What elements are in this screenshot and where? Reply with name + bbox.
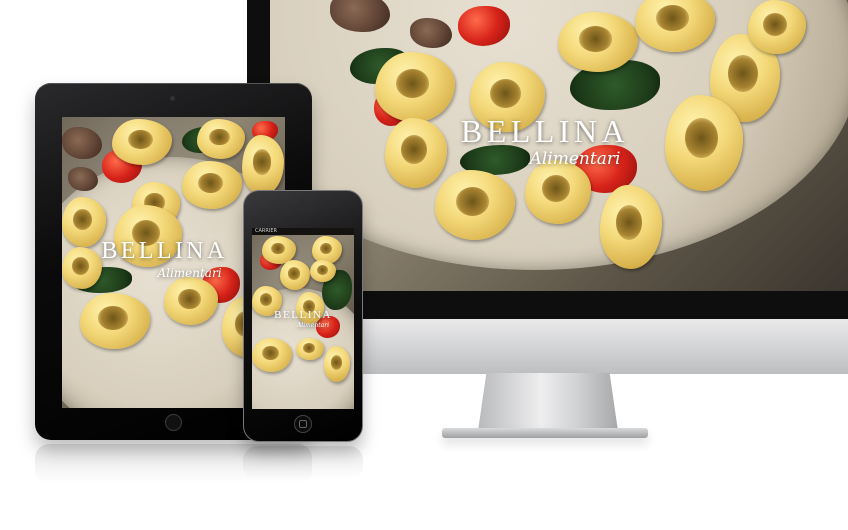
meat-piece xyxy=(68,167,98,191)
iphone-reflection xyxy=(243,446,363,480)
pasta xyxy=(242,135,284,195)
imac-base xyxy=(442,428,648,438)
brand-subtitle: Alimentari xyxy=(157,266,222,280)
ipad-camera xyxy=(170,96,175,101)
brand-name: BELLINA xyxy=(460,113,630,149)
brand-subtitle: Alimentari xyxy=(529,149,621,169)
responsive-devices-mockup: BELLINA Alimentari BELLINA Alimentari CA… xyxy=(0,0,848,530)
iphone-camera xyxy=(300,199,304,203)
brand-name: BELLINA xyxy=(274,309,332,321)
pasta xyxy=(197,119,245,159)
brand-logo: BELLINA Alimentari xyxy=(256,310,350,329)
carrier-label: CARRIER xyxy=(255,228,277,234)
pasta xyxy=(280,260,310,290)
iphone-screen: CARRIER BELLINA Alimentari xyxy=(252,228,354,409)
meat-piece xyxy=(62,127,102,159)
status-bar: CARRIER xyxy=(252,228,354,235)
brand-subtitle: Alimentari xyxy=(296,322,330,329)
ipad-home-button[interactable] xyxy=(165,414,182,431)
brand-logo: BELLINA Alimentari xyxy=(420,115,670,168)
brand-logo: BELLINA Alimentari xyxy=(72,239,257,279)
brand-name: BELLINA xyxy=(101,238,228,264)
iphone-home-button[interactable] xyxy=(294,415,312,433)
iphone-speaker xyxy=(290,207,314,211)
pasta xyxy=(600,185,662,269)
imac-stand xyxy=(478,373,618,431)
